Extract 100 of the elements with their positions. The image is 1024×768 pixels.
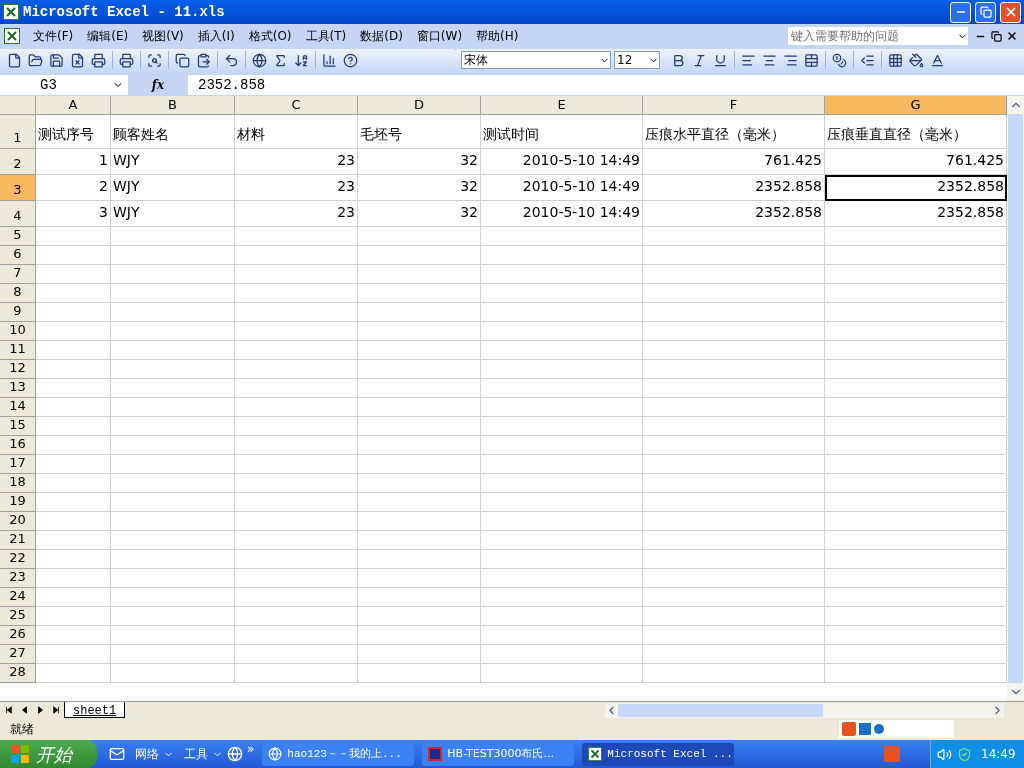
table-cell: 2 [36, 175, 111, 201]
row-header[interactable]: 21 [0, 531, 36, 550]
row-header[interactable]: 14 [0, 398, 36, 417]
row-header[interactable]: 26 [0, 626, 36, 645]
vertical-scrollbar[interactable] [1007, 96, 1024, 701]
column-header[interactable]: A [36, 96, 111, 115]
sheet-navigation-icon[interactable] [3, 706, 13, 714]
table-cell: 23 [235, 175, 358, 201]
column-header[interactable]: B [111, 96, 235, 115]
close-icon [1006, 30, 1018, 42]
restore-icon [979, 6, 992, 18]
table-cell: 32 [358, 175, 481, 201]
row-header[interactable]: 18 [0, 474, 36, 493]
app-icon [428, 747, 443, 761]
menu-item[interactable]: 视图(V) [135, 27, 191, 45]
font-name-text: 宋体 [464, 52, 488, 69]
menu-item[interactable]: 格式(O) [241, 27, 299, 45]
column-header[interactable]: E [481, 96, 643, 115]
sheet-tab[interactable]: sheet1 [64, 702, 126, 718]
row-header[interactable]: 4 [0, 201, 36, 227]
task-button[interactable]: hao123－－我的上... [262, 742, 415, 766]
font-size-field[interactable]: 12 [614, 51, 660, 69]
quick-launch-menu[interactable]: 网络 [135, 745, 174, 763]
font-name-field[interactable]: 宋体 [461, 51, 611, 69]
row-header[interactable]: 15 [0, 417, 36, 436]
menu-item[interactable]: 帮助(H) [469, 27, 526, 45]
menu-item[interactable]: 编辑(E) [80, 27, 136, 45]
excel-icon [588, 747, 603, 761]
row-header[interactable]: 10 [0, 322, 36, 341]
row-header[interactable]: 2 [0, 149, 36, 175]
row-header[interactable]: 7 [0, 265, 36, 284]
table-cell: 1 [36, 149, 111, 175]
new-file-icon [7, 52, 22, 68]
currency-icon [832, 52, 847, 68]
row-header[interactable]: 11 [0, 341, 36, 360]
speaker-icon[interactable] [937, 746, 952, 762]
sheet-navigation-icon[interactable] [51, 706, 61, 714]
column-header[interactable]: F [643, 96, 825, 115]
table-cell: 2010-5-10 14:49 [481, 201, 643, 227]
row-header[interactable]: 24 [0, 588, 36, 607]
cell-reference: G3 [40, 75, 57, 95]
printer-icon [91, 52, 106, 68]
row-header[interactable]: 16 [0, 436, 36, 455]
paste-icon [196, 52, 211, 68]
start-button[interactable]: 开始 [0, 740, 97, 768]
row-header[interactable]: 6 [0, 246, 36, 265]
row-header[interactable]: 5 [0, 227, 36, 246]
row-header[interactable]: 19 [0, 493, 36, 512]
font-size-text: 12 [617, 52, 633, 69]
formula-field[interactable]: 2352.858 [188, 75, 1024, 95]
underline-icon [713, 52, 728, 68]
table-cell: 毛坯号 [358, 115, 481, 149]
restore-button[interactable] [988, 30, 1004, 42]
more-chevron[interactable]: » [247, 740, 255, 758]
row-header[interactable]: 27 [0, 645, 36, 664]
row-header[interactable]: 8 [0, 284, 36, 303]
menu-item[interactable]: 数据(D) [353, 27, 410, 45]
row-header[interactable]: 20 [0, 512, 36, 531]
column-header[interactable]: D [358, 96, 481, 115]
copy-icon [175, 52, 190, 68]
task-button[interactable]: Microsoft Excel ... [582, 742, 735, 766]
quick-launch-menu[interactable]: 工具 [184, 745, 223, 763]
placeholder-text: 键入需要帮助的问题 [791, 28, 899, 45]
sort-ascending-icon [294, 52, 309, 68]
help-search-field[interactable]: 键入需要帮助的问题 [788, 27, 968, 45]
table-cell: 2352.858 [643, 201, 825, 227]
excel-icon [3, 4, 19, 20]
row-header[interactable]: 9 [0, 303, 36, 322]
mail-icon[interactable] [109, 746, 125, 762]
row-header[interactable]: 12 [0, 360, 36, 379]
row-header[interactable]: 25 [0, 607, 36, 626]
browser-icon[interactable] [227, 746, 243, 762]
menu-item[interactable]: 窗口(W) [409, 27, 470, 45]
name-box[interactable]: G3 [0, 75, 128, 95]
sheet-icon [4, 28, 20, 44]
row-header[interactable]: 23 [0, 569, 36, 588]
row-header[interactable]: 28 [0, 664, 36, 683]
column-header[interactable]: C [235, 96, 358, 115]
print-preview-icon [147, 52, 162, 68]
insert-function-button[interactable]: fx [151, 76, 165, 94]
row-header[interactable]: 1 [0, 115, 36, 149]
horizontal-scrollbar[interactable] [605, 702, 1004, 718]
table-cell: 32 [358, 201, 481, 227]
menu-item[interactable]: 插入(I) [190, 27, 242, 45]
windows-logo-icon [10, 744, 30, 764]
help-icon [343, 52, 358, 68]
input-method-icon[interactable] [884, 746, 900, 762]
undo-icon [224, 52, 239, 68]
row-header[interactable]: 3 [0, 175, 36, 201]
row-header[interactable]: 22 [0, 550, 36, 569]
menu-item[interactable]: 文件(F) [26, 27, 81, 45]
menu-item[interactable]: 工具(T) [298, 27, 354, 45]
open-folder-icon [28, 52, 43, 68]
column-header[interactable]: G [825, 96, 1007, 115]
task-button[interactable]: HB-TEST3000布氏... [422, 742, 575, 766]
row-header[interactable]: 17 [0, 455, 36, 474]
merge-cells-icon [804, 52, 819, 68]
table-cell: 2010-5-10 14:49 [481, 149, 643, 175]
row-header[interactable]: 13 [0, 379, 36, 398]
table-cell: 顾客姓名 [111, 115, 235, 149]
